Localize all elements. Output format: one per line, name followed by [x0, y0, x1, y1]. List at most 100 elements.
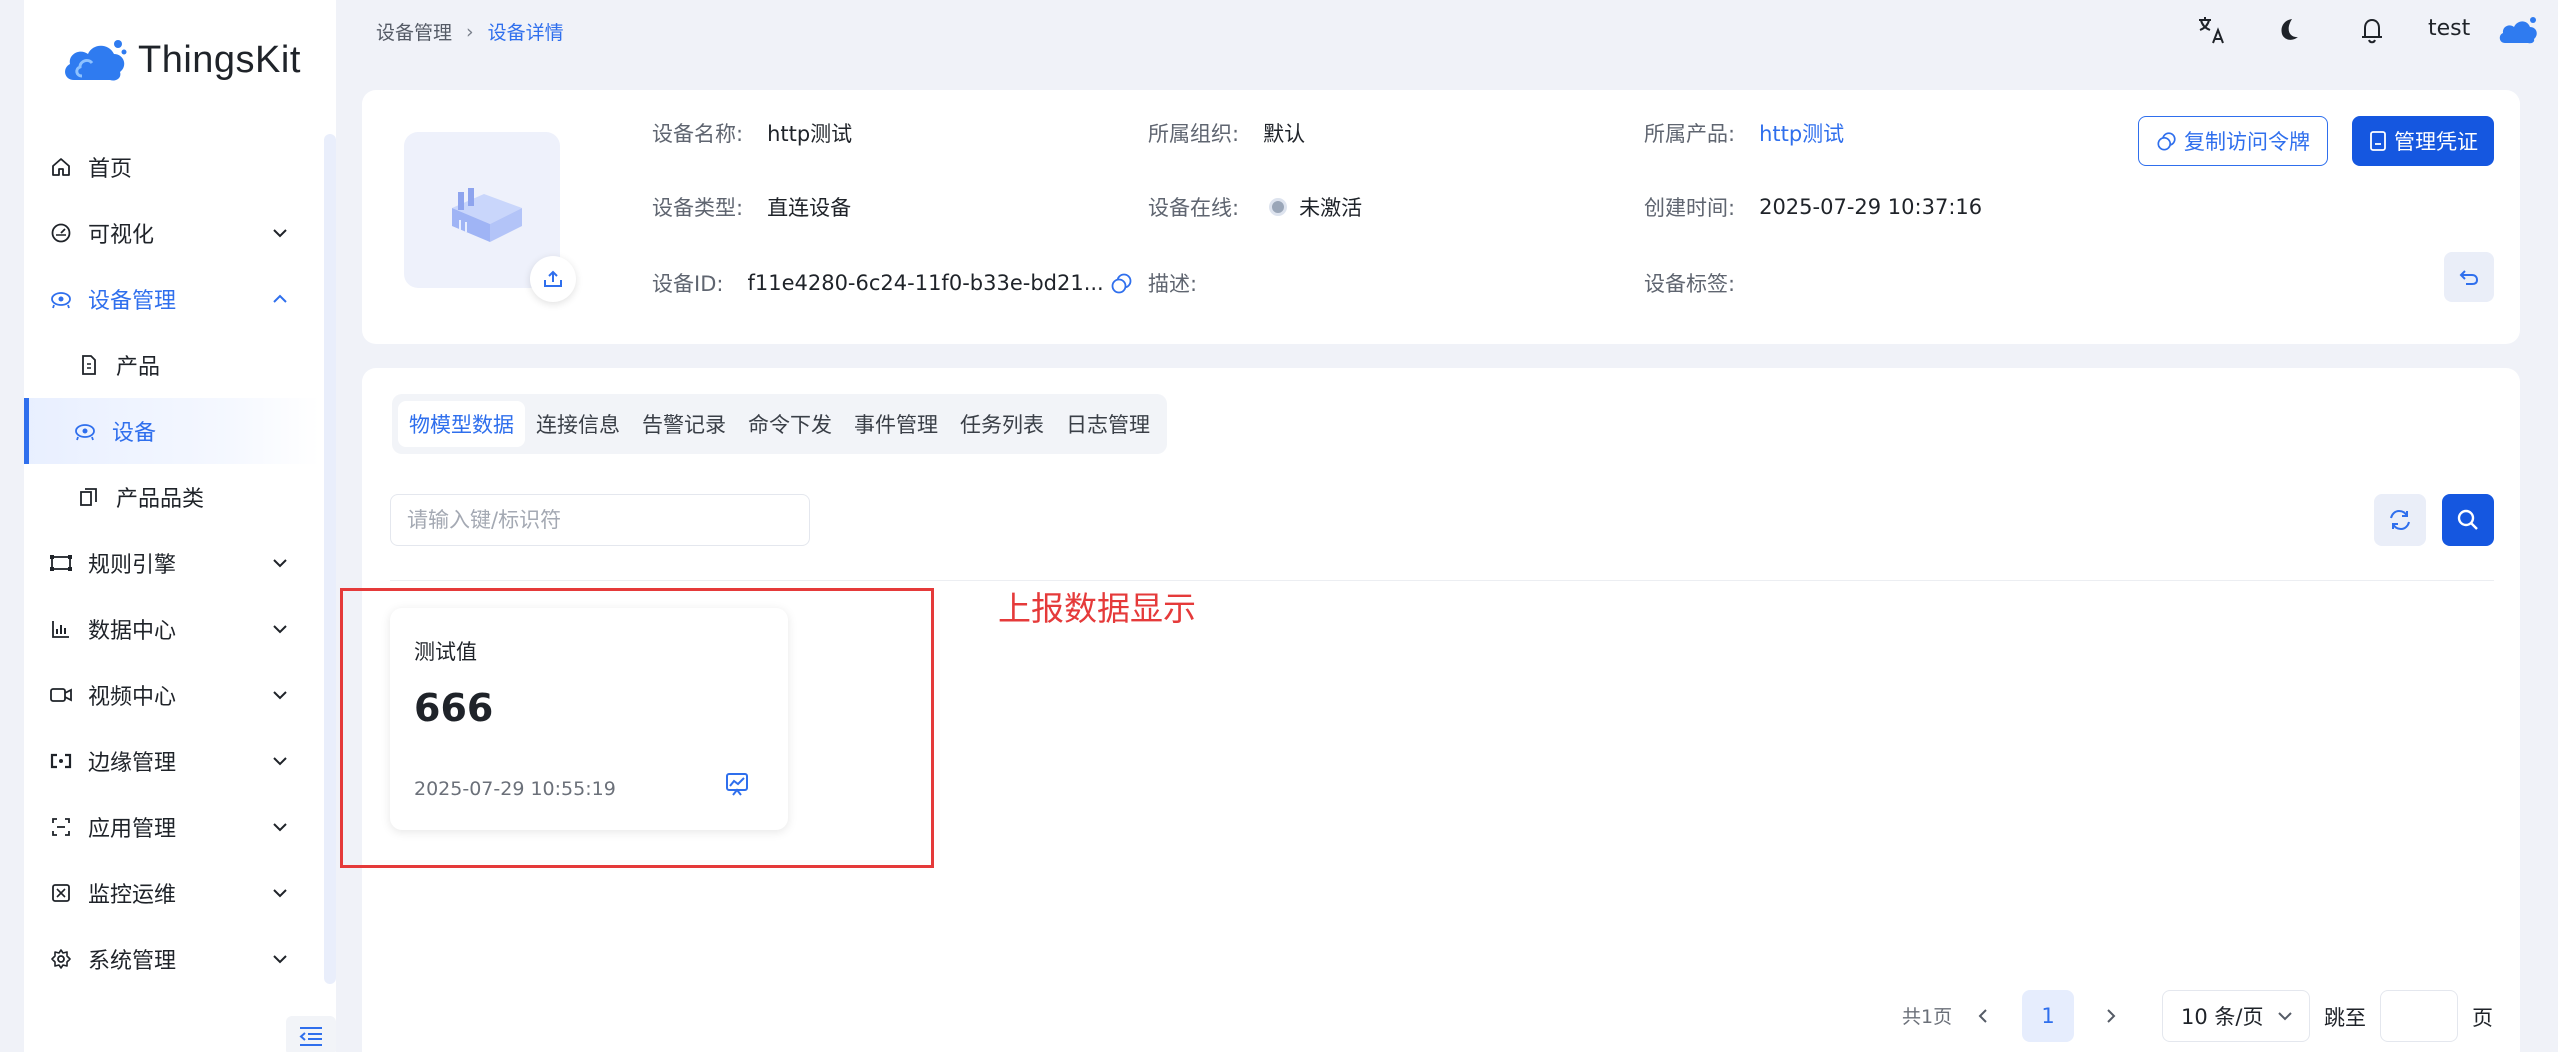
page-label: 页	[2472, 1006, 2493, 1030]
tab-event-management[interactable]: 事件管理	[843, 401, 949, 447]
divider	[390, 580, 2494, 581]
copy-icon[interactable]	[1110, 271, 1134, 295]
sidebar-item-system-management[interactable]: 系统管理	[24, 926, 320, 992]
sidebar-item-label: 设备管理	[88, 289, 177, 314]
tab-thing-model-data[interactable]: 物模型数据	[398, 401, 525, 447]
translate-icon[interactable]	[2194, 12, 2230, 48]
bell-icon[interactable]	[2354, 12, 2390, 48]
main-panel: 物模型数据 连接信息 告警记录 命令下发 事件管理 任务列表 日志管理 测试值 …	[340, 368, 2520, 1052]
page-number-button[interactable]: 1	[2022, 990, 2074, 1042]
field-label: 创建时间:	[1644, 196, 1736, 220]
username[interactable]: test	[2428, 16, 2470, 41]
copy-access-token-button[interactable]: 复制访问令牌	[2138, 116, 2328, 166]
field-label: 所属产品:	[1644, 122, 1736, 146]
device-type-field: 设备类型: 直连设备	[652, 192, 851, 222]
page-size-select[interactable]: 10 条/页	[2162, 990, 2310, 1042]
refresh-button[interactable]	[2374, 494, 2426, 546]
sidebar-item-device-management[interactable]: 设备管理	[24, 266, 320, 332]
prev-page-button[interactable]	[1968, 1000, 2000, 1032]
chevron-down-icon	[273, 757, 287, 766]
sidebar-item-app-management[interactable]: 应用管理	[24, 794, 320, 860]
chevron-down-icon	[273, 889, 287, 898]
product-link[interactable]: http测试	[1759, 118, 1844, 148]
sidebar-item-label: 应用管理	[88, 817, 177, 842]
device-id-value: f11e4280-6c24-11f0-b33e-bd21...	[747, 271, 1104, 295]
device-type-value: 直连设备	[767, 196, 852, 220]
credential-icon	[2370, 131, 2386, 151]
sidebar-item-label: 产品品类	[116, 487, 205, 512]
app-icon	[48, 814, 74, 840]
sidebar-item-monitoring[interactable]: 监控运维	[24, 860, 320, 926]
field-label: 所属组织:	[1148, 122, 1240, 146]
app-name: ThingsKit	[138, 38, 301, 81]
dark-mode-icon[interactable]	[2270, 12, 2306, 48]
search-input[interactable]	[390, 494, 810, 546]
chevron-down-icon	[273, 559, 287, 568]
sidebar-item-label: 数据中心	[88, 619, 177, 644]
jump-page-input[interactable]	[2380, 990, 2458, 1042]
sidebar-menu: 首页 可视化 设备管理 产品 设备 产品品类 规则引擎 数据中心 视频中心 边缘…	[24, 134, 320, 992]
field-label: 设备ID:	[652, 272, 724, 296]
sidebar-scrollbar[interactable]	[324, 134, 336, 984]
refresh-icon	[2390, 509, 2410, 531]
sidebar-item-data-center[interactable]: 数据中心	[24, 596, 320, 662]
sidebar-item-video-center[interactable]: 视频中心	[24, 662, 320, 728]
sidebar-item-visualization[interactable]: 可视化	[24, 200, 320, 266]
back-arrow-icon	[2459, 270, 2479, 285]
breadcrumb-item[interactable]: 设备管理	[376, 18, 452, 45]
cloud-logo-icon	[65, 40, 127, 81]
avatar-icon[interactable]	[2496, 12, 2540, 48]
copy-icon	[2157, 132, 2176, 151]
sidebar-item-label: 设备	[112, 421, 157, 446]
field-label: 描述:	[1148, 272, 1198, 296]
breadcrumb-separator-icon: ›	[466, 20, 474, 43]
device-id-field: 设备ID: f11e4280-6c24-11f0-b33e-bd21...	[652, 268, 1134, 298]
search-icon	[2457, 509, 2478, 530]
sidebar-item-rule-engine[interactable]: 规则引擎	[24, 530, 320, 596]
edge-icon	[48, 748, 74, 774]
sidebar-item-label: 监控运维	[88, 883, 177, 908]
manage-credentials-button[interactable]: 管理凭证	[2352, 116, 2494, 166]
data-icon	[48, 616, 74, 642]
sidebar-item-device[interactable]: 设备	[24, 398, 320, 464]
online-status-value: 未激活	[1299, 196, 1363, 220]
tab-log-management[interactable]: 日志管理	[1055, 401, 1161, 447]
org-value: 默认	[1263, 122, 1306, 146]
tab-task-list[interactable]: 任务列表	[949, 401, 1055, 447]
collapse-sidebar-button[interactable]	[286, 1016, 336, 1052]
device-name-value: http测试	[767, 122, 853, 146]
sidebar-item-edge-management[interactable]: 边缘管理	[24, 728, 320, 794]
upload-image-button[interactable]	[530, 256, 576, 302]
device-icon	[72, 418, 98, 444]
sidebar-item-product-category[interactable]: 产品品类	[24, 464, 320, 530]
chevron-right-icon	[2107, 1009, 2116, 1023]
chevron-down-icon	[273, 229, 287, 238]
field-label: 设备标签:	[1644, 272, 1736, 296]
tab-connection-info[interactable]: 连接信息	[525, 401, 631, 447]
tab-alarm-records[interactable]: 告警记录	[631, 401, 737, 447]
sidebar-item-home[interactable]: 首页	[24, 134, 320, 200]
sidebar-item-product[interactable]: 产品	[24, 332, 320, 398]
product-field: 所属产品: http测试	[1644, 118, 1844, 148]
next-page-button[interactable]	[2094, 1000, 2126, 1032]
sidebar-item-label: 边缘管理	[88, 751, 177, 776]
chevron-up-icon	[273, 294, 287, 303]
created-field: 创建时间: 2025-07-29 10:37:16	[1644, 192, 1982, 222]
device-info-card: 设备名称: http测试 所属组织: 默认 所属产品: http测试 设备类型:…	[362, 90, 2520, 344]
category-icon	[76, 484, 102, 510]
online-field: 设备在线: 未激活	[1148, 192, 1362, 222]
chevron-down-icon	[273, 955, 287, 964]
tab-command-dispatch[interactable]: 命令下发	[737, 401, 843, 447]
tab-bar: 物模型数据 连接信息 告警记录 命令下发 事件管理 任务列表 日志管理	[392, 394, 1167, 454]
sidebar-item-label: 可视化	[88, 223, 155, 248]
search-button[interactable]	[2442, 494, 2494, 546]
back-button[interactable]	[2444, 252, 2494, 302]
sidebar-item-label: 视频中心	[88, 685, 177, 710]
sidebar-item-label: 产品	[116, 355, 161, 380]
annotation-text: 上报数据显示	[998, 589, 1196, 628]
tags-field: 设备标签:	[1644, 268, 1759, 298]
video-icon	[48, 682, 74, 708]
page-size-value: 10 条/页	[2181, 1005, 2264, 1029]
logo[interactable]: ThingsKit	[60, 36, 301, 84]
device-3d-icon	[452, 188, 522, 242]
